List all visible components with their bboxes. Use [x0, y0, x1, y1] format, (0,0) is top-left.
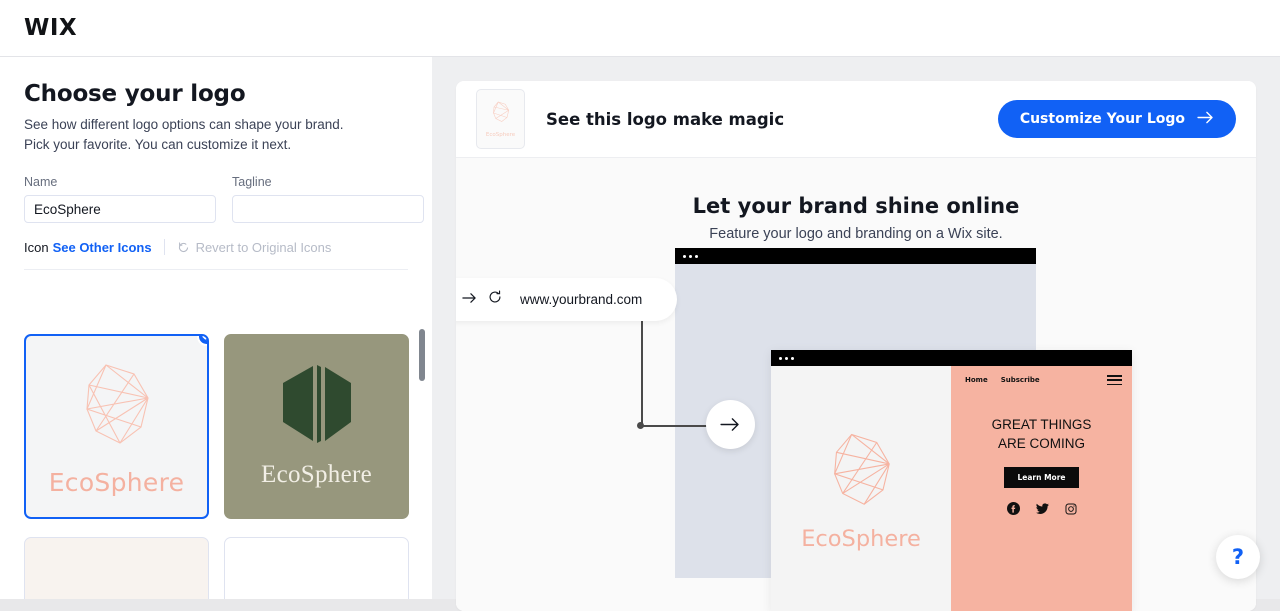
url-bar-pill: www.yourbrand.com — [456, 278, 677, 321]
preview-body-subtitle: Feature your logo and branding on a Wix … — [709, 226, 1003, 242]
browser-mock-front: EcoSphere Home Subscribe GREAT THINGS AR… — [771, 350, 1132, 611]
connector-node-dot — [637, 422, 644, 429]
site-headline-line-2: ARE COMING — [997, 436, 1085, 452]
polygon-logo-icon — [65, 357, 169, 462]
preview-card: EcoSphere See this logo make magic Custo… — [456, 81, 1256, 611]
site-nav-item-subscribe[interactable]: Subscribe — [1001, 376, 1040, 384]
page-subtitle: See how different logo options can shape… — [24, 115, 408, 155]
name-label: Name — [24, 175, 58, 189]
revert-label: Revert to Original Icons — [195, 239, 332, 255]
logo-card-4[interactable]: EcoSphere — [224, 537, 409, 599]
url-text: www.yourbrand.com — [520, 292, 643, 307]
browser-nav-icons — [456, 290, 502, 309]
window-dots-icon-2 — [779, 356, 794, 360]
forward-arrow-icon — [462, 291, 477, 309]
name-input[interactable] — [24, 195, 216, 223]
site-polygon-logo-icon — [815, 427, 908, 522]
site-logo-panel: EcoSphere — [771, 366, 951, 611]
customize-your-logo-button[interactable]: Customize Your Logo — [997, 100, 1236, 138]
left-panel: Choose your logo See how different logo … — [0, 57, 432, 599]
selected-check-icon — [197, 336, 207, 346]
logo-card-2[interactable]: EcoSphere — [224, 334, 409, 519]
instagram-icon[interactable] — [1064, 502, 1077, 520]
preview-header: EcoSphere See this logo make magic Custo… — [456, 81, 1256, 158]
site-social-icons — [1006, 502, 1077, 520]
logo-grid-scroll-area[interactable]: EcoSphere EcoSphere — [24, 334, 416, 599]
twitter-icon[interactable] — [1035, 502, 1049, 520]
connector-line-horizontal — [641, 425, 711, 427]
form-fields: Name Tagline — [24, 175, 424, 223]
browser-mock-back-titlebar — [675, 248, 1036, 264]
logo-grid-scrollbar-thumb[interactable] — [419, 329, 425, 381]
site-nav-item-home[interactable]: Home — [965, 376, 988, 384]
wix-logo[interactable]: WIX — [24, 15, 77, 41]
name-field-group: Name — [24, 175, 216, 223]
subtitle-line-2: Pick your favorite. You can customize it… — [24, 137, 292, 152]
browser-mock-front-titlebar — [771, 350, 1132, 366]
connector-line-vertical — [641, 321, 643, 426]
logo-card-2-name: EcoSphere — [261, 461, 372, 488]
site-preview-content: EcoSphere Home Subscribe GREAT THINGS AR… — [771, 366, 1132, 611]
right-panel: EcoSphere See this logo make magic Custo… — [432, 57, 1280, 611]
window-dots-icon — [683, 254, 698, 258]
customize-button-label: Customize Your Logo — [1019, 111, 1185, 127]
tagline-field-group: Tagline — [232, 175, 424, 223]
arrow-right-icon — [1197, 111, 1214, 128]
tagline-label: Tagline — [232, 175, 272, 189]
logo-grid: EcoSphere EcoSphere — [24, 334, 416, 599]
help-button[interactable]: ? — [1216, 535, 1260, 579]
subtitle-line-1: See how different logo options can shape… — [24, 117, 344, 132]
see-other-icons-link[interactable]: See Other Icons — [53, 240, 152, 255]
facebook-icon[interactable] — [1006, 502, 1020, 520]
section-divider — [24, 269, 408, 270]
site-logo-name: EcoSphere — [801, 525, 921, 552]
selected-logo-thumbnail: EcoSphere — [476, 89, 525, 149]
top-bar: WIX — [0, 0, 1280, 57]
site-hero-panel: Home Subscribe GREAT THINGS ARE COMING L… — [951, 366, 1132, 611]
preview-body-title: Let your brand shine online — [692, 194, 1020, 218]
icon-actions-row: Icon See Other Icons Revert to Original … — [24, 239, 408, 255]
hexagon-logo-icon — [277, 364, 357, 451]
logo-card-3[interactable]: EcoSphere — [24, 537, 209, 599]
thumbnail-polygon-icon — [488, 100, 514, 130]
reload-icon — [488, 290, 502, 309]
site-nav: Home Subscribe — [951, 366, 1132, 386]
logo-card-1-name: EcoSphere — [48, 467, 185, 497]
hamburger-menu-icon[interactable] — [1107, 375, 1122, 386]
revert-icon — [177, 241, 190, 254]
preview-header-title: See this logo make magic — [546, 109, 785, 129]
page-title: Choose your logo — [24, 81, 246, 107]
icon-label: Icon — [24, 239, 49, 255]
flow-arrow-button — [706, 400, 755, 449]
preview-body: Let your brand shine online Feature your… — [456, 158, 1256, 611]
revert-to-original-icons-button[interactable]: Revert to Original Icons — [177, 239, 332, 255]
site-headline: GREAT THINGS ARE COMING — [992, 415, 1092, 453]
site-headline-line-1: GREAT THINGS — [991, 417, 1092, 433]
site-learn-more-button[interactable]: Learn More — [1003, 467, 1080, 489]
thumbnail-logo-name: EcoSphere — [485, 132, 516, 138]
divider — [163, 239, 165, 255]
tagline-input[interactable] — [232, 195, 424, 223]
logo-card-1[interactable]: EcoSphere — [24, 334, 209, 519]
